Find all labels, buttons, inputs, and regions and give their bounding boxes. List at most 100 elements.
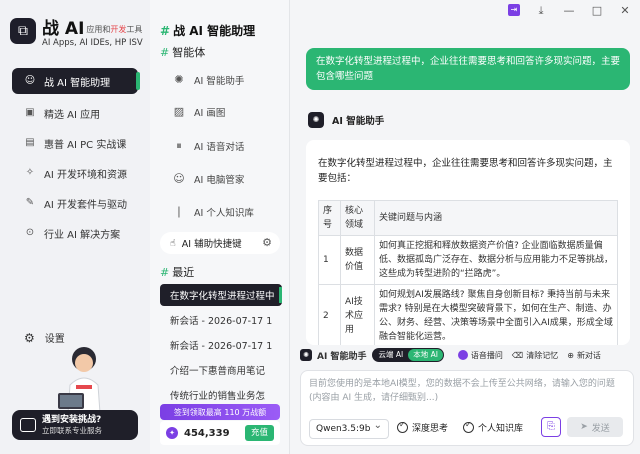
brand-tagline-highlight: 开发 [110,24,127,34]
recent-conversation[interactable]: 新会话 - 2026-07-17 1 [160,309,282,331]
recharge-button[interactable]: 充值 [244,425,274,441]
nav-item-label: 行业 AI 解决方案 [44,229,121,241]
brand-name: 战 AI [42,19,85,39]
nav-item-ai-apps[interactable]: ▣ 精选 AI 应用 [12,100,138,126]
recent-conversation[interactable]: 在数字化转型进程过程中 [160,284,282,306]
gear-icon[interactable]: ⚙ [262,236,272,249]
settings-label: 设置 [44,334,65,345]
ai-shortcut-button[interactable]: ☝ AI 辅助快捷键 ⚙ [160,232,280,254]
recent-conversation[interactable]: 传统行业的销售业务怎 [160,384,282,406]
brand-title: 战 AI 应用和开发工具 [42,14,142,39]
assistant-message-card: 在数字化转型进程过程中，企业往往需要思考和回答许多现实问题，主要包括： 序号 核… [306,140,630,345]
nav-item-course[interactable]: ▤ 惠普 AI PC 实战课 [12,130,138,156]
agent-ai-knowledge[interactable]: ❘ AI 个人知识库 [172,201,254,223]
agent-label: AI 电脑管家 [194,175,245,186]
agent-ai-image[interactable]: ▨ AI 画图 [172,101,226,123]
table-cell: 数据价值 [340,235,375,285]
checkin-promo-banner[interactable]: 签到领取最高 110 万战额 [160,404,280,420]
pointer-icon: ☝ [170,237,176,249]
apps-icon: ▣ [25,107,35,118]
message-input-box[interactable]: 目前您使用的是本地AI模型，您的数据不会上传至公共网络，请输入您的问题 (内容由… [300,370,634,446]
send-button[interactable]: ➤ 发送 [567,417,623,437]
maximize-icon[interactable]: □ [590,4,604,18]
app-window: ⧉ 战 AI 应用和开发工具 AI Apps, AI IDEs, HP ISV ☺… [0,0,640,454]
chat-icon: ☺ [24,75,36,86]
recent-conversation[interactable]: 新会话 - 2026-07-17 1 [160,334,282,356]
points-value: 454,339 [184,427,230,439]
model-select[interactable]: Qwen3.5:9b [309,417,389,439]
new-chat-button[interactable]: ⊕ 新对话 [567,350,601,361]
agent-ai-assistant[interactable]: ✺ AI 智能助手 [172,69,244,91]
mode-cloud-option[interactable]: 云端 AI [373,349,408,361]
support-chat-icon [20,418,36,432]
ai-mode-toggle[interactable]: 云端 AI 本地 AI [372,348,444,362]
deep-think-toggle[interactable]: 深度思考 [397,420,449,434]
agent-ai-pc-manager[interactable]: ☺ AI 电脑管家 [172,168,244,190]
check-circle-icon [397,420,408,433]
agents-section-title: # 智能体 [160,44,205,60]
table-cell: 1 [318,235,341,285]
toolkit-icon: ✎ [25,197,35,208]
table-cell: 如何规划AI发展路线? 聚焦自身创新目标? 秉持当前与未来需求? 特别是在大模型… [374,284,618,345]
collapse-panel-icon[interactable]: ⇥ [508,4,520,16]
nav-item-dev-env[interactable]: ✧ AI 开发环境和资源 [12,160,138,186]
voice-label: 语音播问 [470,350,503,360]
table-row: 1 数据价值 如何真正挖掘和释放数据资产价值? 企业面临数据质量偏低、数据孤岛广… [318,235,618,285]
code-icon: ✧ [25,167,35,178]
hash-icon: # [160,46,170,59]
deep-think-label: 深度思考 [412,424,449,434]
nav-item-ai-assistant[interactable]: ☺ 战 AI 智能助理 [12,68,140,94]
agent-label: AI 个人知识库 [194,208,254,219]
attach-file-button[interactable]: ⎘ [541,417,561,437]
close-icon[interactable]: ✕ [618,4,632,18]
nav-item-label: 精选 AI 应用 [44,109,101,121]
chat-area: ⇥ ⤓ — □ ✕ 在数字化转型进程过程中，企业往往需要思考和回答许多现实问题，… [290,0,640,454]
table-header: 核心领域 [340,200,375,236]
table-row: 2 AI技术应用 如何规划AI发展路线? 聚焦自身创新目标? 秉持当前与未来需求… [318,284,618,345]
left-nav: ⧉ 战 AI 应用和开发工具 AI Apps, AI IDEs, HP ISV ☺… [0,0,150,454]
knowledge-icon: ❘ [174,205,184,218]
voice-icon: ⏸ [176,139,182,152]
recent-section-label: 最近 [172,266,195,279]
image-icon: ▨ [173,105,185,118]
voice-icon [457,350,468,360]
agents-section-label: 智能体 [172,46,206,59]
voice-button[interactable]: 语音播问 [457,350,503,361]
nav-item-dev-kit[interactable]: ✎ AI 开发套件与驱动 [12,190,138,216]
clear-memory-label: 清除记忆 [526,350,559,360]
assistant-intro-text: 在数字化转型进程过程中，企业往往需要思考和回答许多现实问题，主要包括： [318,158,613,184]
install-help-button[interactable]: 遇到安装挑战? 立即联系专业服务 [12,410,138,440]
brand-tagline-suffix: 工具 [126,24,143,34]
solution-icon: ⊙ [25,227,35,238]
broom-icon: ⌫ [511,350,524,360]
assistant-avatar-icon: ✺ [300,349,312,361]
settings-link[interactable]: ⚙ 设置 [24,330,65,346]
pc-manager-icon: ☺ [173,172,185,185]
table-header: 序号 [318,200,341,236]
recent-section-title: # 最近 [160,264,194,280]
clear-memory-button[interactable]: ⌫ 清除记忆 [512,350,558,361]
mascot-illustration [58,347,101,413]
minimize-icon[interactable]: — [562,4,576,18]
nav-item-label: 惠普 AI PC 实战课 [44,139,127,151]
composer-agent-label: AI 智能助手 [317,351,367,362]
download-icon[interactable]: ⤓ [534,4,548,18]
agent-ai-voice[interactable]: ⏸ AI 语音对话 [172,135,244,157]
answer-table: 序号 核心领域 关键问题与内涵 1 数据价值 如何真正挖掘和释放数据资产价值? … [318,200,618,345]
nav-item-industry[interactable]: ⊙ 行业 AI 解决方案 [12,220,138,246]
assistant-name: AI 智能助手 [332,116,385,127]
new-chat-label: 新对话 [576,350,601,360]
table-cell: AI技术应用 [340,284,375,345]
nav-item-label: AI 开发环境和资源 [44,169,127,181]
sliders-icon: ⚙ [24,330,35,345]
shortcut-label: AI 辅助快捷键 [181,239,242,250]
table-cell: 2 [318,284,341,345]
install-help-title: 遇到安装挑战? [42,414,102,425]
attach-icon: ⎘ [547,421,555,432]
recent-conversation[interactable]: 介绍一下惠普商用笔记 [160,359,282,381]
hash-icon: # [160,266,170,279]
mode-local-option[interactable]: 本地 AI [408,349,443,361]
message-input-placeholder[interactable]: 目前您使用的是本地AI模型，您的数据不会上传至公共网络，请输入您的问题 (内容由… [309,377,621,405]
knowledge-base-toggle[interactable]: 个人知识库 [463,420,523,434]
logo-icon: ⧉ [10,18,36,44]
